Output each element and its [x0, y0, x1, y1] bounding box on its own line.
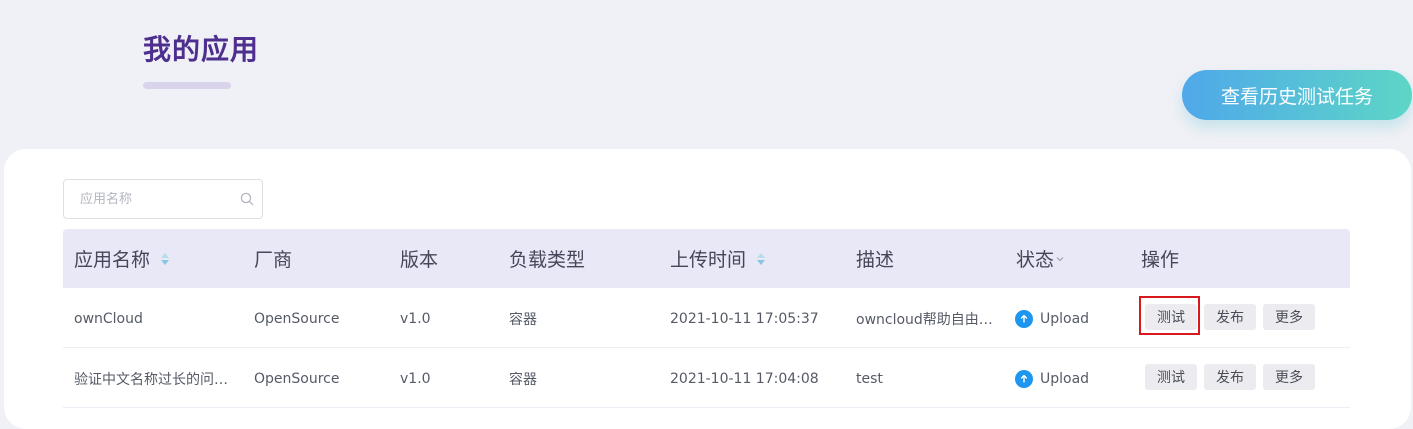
column-header-label: 上传时间 [670, 249, 747, 271]
chevron-down-icon[interactable] [1056, 256, 1064, 262]
publish-button[interactable]: 发布 [1204, 304, 1256, 330]
column-header-label: 版本 [400, 249, 439, 271]
workload-cell: 容器 [509, 311, 537, 328]
upload-arrow-icon [1015, 369, 1033, 388]
column-header-version: 版本 [400, 229, 438, 288]
column-header-label: 应用名称 [74, 249, 151, 271]
more-button[interactable]: 更多 [1263, 304, 1315, 330]
column-header-workload: 负载类型 [509, 229, 585, 288]
search-input[interactable] [64, 180, 234, 218]
app-name-cell: 验证中文名称过长的问… [74, 371, 228, 388]
column-header-name[interactable]: 应用名称 [74, 229, 170, 288]
status-cell: Upload [1015, 289, 1089, 348]
search-icon[interactable] [240, 192, 254, 206]
column-header-actions: 操作 [1141, 229, 1179, 288]
app-name-cell: ownCloud [74, 310, 143, 327]
column-header-label: 操作 [1141, 249, 1180, 271]
column-header-label: 状态 [1016, 249, 1055, 271]
more-button[interactable]: 更多 [1263, 364, 1315, 390]
title-underline [143, 82, 231, 89]
status-label: Upload [1040, 370, 1090, 387]
test-button[interactable]: 测试 [1145, 364, 1197, 390]
version-cell: v1.0 [400, 310, 431, 327]
workload-cell: 容器 [509, 371, 537, 388]
upload-time-cell: 2021-10-11 17:04:08 [670, 370, 819, 387]
highlight-box [1139, 296, 1200, 335]
column-header-label: 描述 [856, 249, 895, 271]
description-cell: owncloud帮助自由… [856, 311, 993, 328]
vendor-cell: OpenSource [254, 370, 340, 387]
column-header-upload-time[interactable]: 上传时间 [670, 229, 766, 288]
version-cell: v1.0 [400, 370, 431, 387]
table-row: 验证中文名称过长的问… OpenSource v1.0 容器 2021-10-1… [63, 349, 1350, 408]
upload-time-cell: 2021-10-11 17:05:37 [670, 310, 819, 327]
sort-icon[interactable] [756, 252, 766, 266]
vendor-cell: OpenSource [254, 310, 340, 327]
status-label: Upload [1040, 310, 1090, 327]
table-header: 应用名称 厂商 版本 负载类型 上传时间 描述 状态 操作 [63, 229, 1350, 288]
page-title: 我的应用 [143, 33, 260, 66]
column-header-vendor: 厂商 [254, 229, 292, 288]
publish-button[interactable]: 发布 [1204, 364, 1256, 390]
column-header-label: 负载类型 [509, 249, 586, 271]
status-cell: Upload [1015, 349, 1089, 408]
column-header-description: 描述 [856, 229, 894, 288]
column-header-label: 厂商 [254, 249, 293, 271]
upload-arrow-icon [1015, 309, 1033, 328]
column-header-status[interactable]: 状态 [1016, 229, 1064, 288]
sort-icon[interactable] [160, 252, 170, 266]
description-cell: test [856, 370, 883, 387]
search-box [63, 179, 263, 219]
history-tasks-button[interactable]: 查看历史测试任务 [1182, 70, 1412, 120]
